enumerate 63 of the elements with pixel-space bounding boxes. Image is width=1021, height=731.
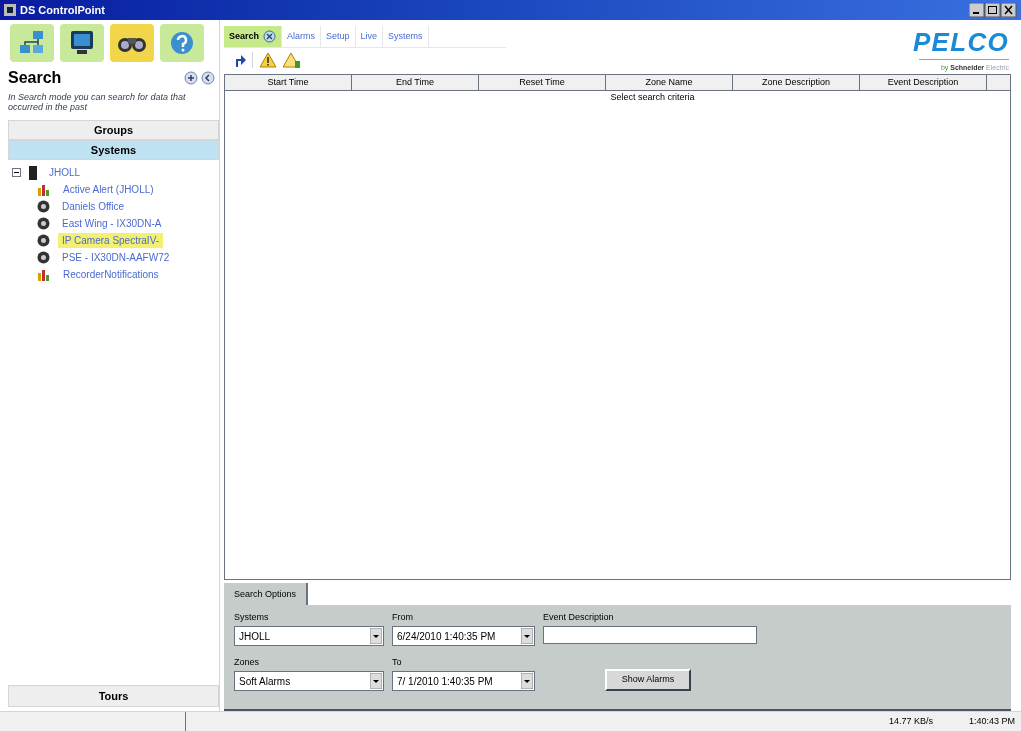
field-label: Systems — [234, 611, 270, 624]
tab[interactable]: Live — [355, 26, 384, 47]
panel-description: In Search mode you can search for data that occurred in the past — [8, 92, 187, 112]
column-header[interactable]: End Time — [352, 74, 479, 90]
empty-message: Select search criteria — [610, 90, 695, 104]
window-title: DS ControlPoint — [20, 2, 106, 18]
transfer-rate: 14.77 KB/s — [889, 714, 935, 728]
arrow-icon[interactable] — [234, 53, 246, 67]
field-label: Event Description — [543, 611, 615, 624]
tree-item[interactable]: JHOLL — [45, 165, 85, 180]
tab[interactable]: Systems — [383, 26, 429, 47]
dropdown-arrow-icon — [521, 628, 533, 644]
tab[interactable]: Alarms — [282, 26, 322, 47]
camera-icon — [37, 251, 50, 264]
section-tab[interactable]: Groups — [8, 120, 219, 140]
dropdown-arrow-icon — [370, 673, 382, 689]
back-icon[interactable] — [201, 71, 215, 85]
mode-button[interactable] — [110, 24, 154, 62]
brand-logo: PELCO — [912, 28, 1009, 56]
tree-item[interactable]: PSE - IX30DN-AAFW72 — [58, 250, 174, 265]
collapse-toggle[interactable] — [12, 168, 21, 177]
warning-chart-icon[interactable] — [283, 52, 301, 68]
app-icon — [4, 4, 16, 16]
tree-item[interactable]: Active Alert (JHOLL) — [59, 182, 158, 197]
date-picker[interactable]: 7/ 1/2010 1:40:35 PM — [392, 671, 535, 691]
systems-dropdown[interactable]: JHOLL — [234, 626, 384, 646]
mode-button[interactable] — [10, 24, 54, 62]
date-picker[interactable]: 6/24/2010 1:40:35 PM — [392, 626, 535, 646]
field-label: Zones — [234, 656, 260, 669]
panel-title: Search — [8, 68, 63, 88]
mode-button[interactable] — [60, 24, 104, 62]
tours-button[interactable]: Tours — [8, 685, 219, 707]
column-header[interactable]: Start Time — [225, 74, 352, 90]
close-icon[interactable] — [263, 30, 277, 43]
clock: 1:40:43 PM — [969, 714, 1017, 728]
section-tab[interactable]: Systems — [8, 140, 219, 160]
add-icon[interactable] — [184, 71, 198, 85]
show-alarms-button[interactable]: Show Alarms — [605, 669, 691, 691]
tree-item[interactable]: Daniels Office — [58, 199, 129, 214]
tree-item[interactable]: RecorderNotifications — [59, 267, 163, 282]
camera-icon — [37, 200, 50, 213]
column-header[interactable]: Zone Name — [606, 74, 733, 90]
tree-item[interactable]: East Wing - IX30DN-A — [58, 216, 166, 231]
tab[interactable]: Search Options — [224, 583, 309, 605]
warning-icon[interactable] — [259, 52, 277, 68]
bar-chart-icon — [37, 183, 51, 196]
dropdown-arrow-icon — [521, 673, 533, 689]
field-label: To — [392, 656, 403, 669]
event-description-field[interactable] — [543, 626, 757, 644]
field-label: From — [392, 611, 414, 624]
server-icon — [29, 165, 37, 180]
column-header[interactable]: Event Description — [860, 74, 987, 90]
bar-chart-icon — [37, 268, 51, 281]
tab[interactable]: Search — [224, 26, 283, 47]
column-header[interactable]: Reset Time — [479, 74, 606, 90]
camera-icon — [37, 217, 50, 230]
tree-item[interactable]: IP Camera SpectraIV- — [58, 233, 164, 248]
camera-icon — [37, 234, 50, 247]
tab[interactable]: Setup — [321, 26, 356, 47]
zones-dropdown[interactable]: Soft Alarms — [234, 671, 384, 691]
dropdown-arrow-icon — [370, 628, 382, 644]
window-controls-icon[interactable] — [969, 3, 1017, 17]
column-header[interactable]: Zone Description — [733, 74, 860, 90]
